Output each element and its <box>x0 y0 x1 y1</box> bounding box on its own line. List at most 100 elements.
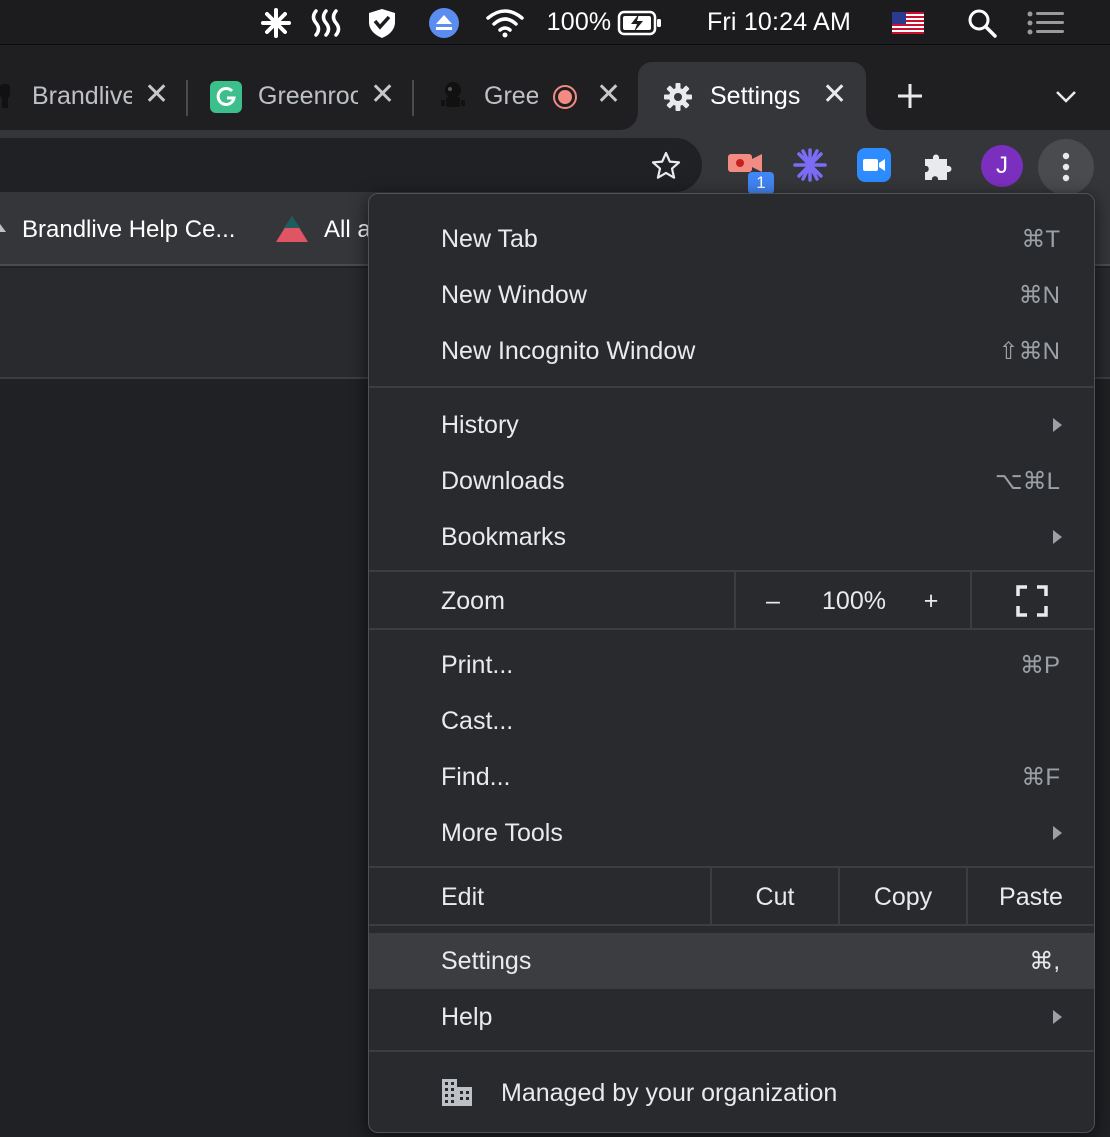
extension-badge: 1 <box>748 172 774 194</box>
paste-button[interactable]: Paste <box>968 883 1094 912</box>
us-flag-icon[interactable] <box>890 0 926 45</box>
menu-item-shortcut: ⌘N <box>1018 281 1060 309</box>
submenu-arrow-icon <box>1053 530 1062 544</box>
bookmark-all[interactable]: All a <box>324 216 371 244</box>
zoom-extension-icon[interactable] <box>857 148 891 187</box>
zoom-out-button[interactable]: – <box>753 587 793 616</box>
macos-menubar: 100% Fri 10:24 AM <box>0 0 1110 45</box>
submenu-arrow-icon <box>1053 418 1062 432</box>
pinwheel-icon[interactable] <box>258 0 294 45</box>
menu-item-label: New Incognito Window <box>441 336 696 365</box>
profile-avatar[interactable]: J <box>981 145 1023 187</box>
menu-item-label: Downloads <box>441 466 565 495</box>
menu-item-new-incognito-window[interactable]: New Incognito Window ⇧⌘N <box>369 323 1094 379</box>
tab-separator <box>186 80 188 116</box>
tab-close-icon[interactable]: ✕ <box>596 80 621 110</box>
new-tab-plus-icon[interactable] <box>894 80 926 117</box>
menu-item-label: Settings <box>441 946 532 975</box>
menu-separator <box>369 628 1094 630</box>
zoom-divider <box>970 572 972 630</box>
menu-item-shortcut: ⌥⌘L <box>994 467 1060 495</box>
spotlight-search-icon[interactable] <box>964 0 1000 45</box>
menu-item-label: Help <box>441 1002 493 1031</box>
more-vert-icon <box>1062 152 1070 182</box>
menu-item-shortcut: ⌘P <box>1019 651 1060 679</box>
menu-item-find[interactable]: Find... ⌘F <box>369 749 1094 805</box>
battery-charging-icon[interactable] <box>616 0 664 45</box>
menu-item-managed[interactable]: Managed by your organization <box>369 1065 1094 1121</box>
submenu-arrow-icon <box>1053 1010 1062 1024</box>
bookmark-brandlive-help[interactable]: Brandlive Help Ce... <box>22 216 235 244</box>
building-icon <box>441 1077 473 1112</box>
active-tab-corner-right <box>866 112 884 130</box>
tab-close-icon[interactable]: ✕ <box>822 80 847 110</box>
menu-row-zoom: Zoom <box>369 573 1094 629</box>
tab-title-greenroom[interactable]: Greenroom <box>258 82 358 112</box>
robot-icon <box>438 80 468 117</box>
tab-title-settings[interactable]: Settings <box>710 82 810 112</box>
shield-icon[interactable] <box>364 0 400 45</box>
zoom-divider <box>734 572 736 630</box>
heat-waves-icon[interactable] <box>306 0 346 45</box>
menu-item-label: Find... <box>441 762 511 791</box>
tab-close-icon[interactable]: ✕ <box>144 80 169 110</box>
zoom-level: 100% <box>822 587 886 615</box>
bookmark-favicon-icon <box>0 218 8 243</box>
menu-separator <box>369 570 1094 572</box>
recording-icon <box>552 84 578 115</box>
menu-item-settings[interactable]: Settings ⌘, <box>369 933 1094 989</box>
cut-button[interactable]: Cut <box>712 883 838 912</box>
control-center-icon[interactable] <box>1024 0 1068 45</box>
active-tab-corner-left <box>620 112 638 130</box>
submenu-arrow-icon <box>1053 826 1062 840</box>
menu-item-new-tab[interactable]: New Tab ⌘T <box>369 211 1094 267</box>
menu-item-help[interactable]: Help <box>369 989 1094 1045</box>
tab-title-brandlive[interactable]: Brandlive <box>32 82 132 112</box>
menu-item-label: Cast... <box>441 706 514 735</box>
menu-item-cast[interactable]: Cast... <box>369 693 1094 749</box>
omnibox[interactable] <box>0 138 702 192</box>
menu-item-label: More Tools <box>441 818 563 847</box>
bookmark-triangle-icon <box>274 214 310 249</box>
menu-item-shortcut: ⌘, <box>1029 947 1060 975</box>
extensions-puzzle-icon[interactable] <box>921 149 955 188</box>
zoom-label: Zoom <box>441 586 505 615</box>
tab-separator <box>412 80 414 116</box>
eject-icon[interactable] <box>426 0 462 45</box>
menu-item-label: New Window <box>441 280 587 309</box>
menu-item-more-tools[interactable]: More Tools <box>369 805 1094 861</box>
menu-separator <box>369 386 1094 388</box>
menu-item-history[interactable]: History <box>369 397 1094 453</box>
menu-item-label: New Tab <box>441 224 538 253</box>
menu-item-label: History <box>441 410 519 439</box>
menu-separator <box>369 1050 1094 1052</box>
managed-by-org-label: Managed by your organization <box>501 1078 838 1107</box>
menu-item-print[interactable]: Print... ⌘P <box>369 637 1094 693</box>
robot-icon <box>0 80 14 115</box>
menu-separator <box>369 924 1094 926</box>
greenroom-logo-icon <box>210 81 242 118</box>
zoom-in-button[interactable]: + <box>911 587 951 616</box>
battery-percent: 100% <box>546 8 612 36</box>
tab-close-icon[interactable]: ✕ <box>370 80 395 110</box>
more-vert-button[interactable] <box>1038 139 1094 195</box>
fullscreen-icon[interactable] <box>1016 585 1048 622</box>
gear-icon <box>662 81 694 118</box>
edit-label: Edit <box>441 882 485 911</box>
menu-item-shortcut: ⇧⌘N <box>998 337 1060 365</box>
tab-title-gree[interactable]: Gree <box>484 82 538 112</box>
wifi-icon[interactable] <box>484 0 526 45</box>
menu-item-shortcut: ⌘T <box>1021 225 1060 253</box>
menu-item-label: Bookmarks <box>441 522 567 551</box>
bookmark-star-icon[interactable] <box>650 150 682 187</box>
menu-item-label: Print... <box>441 650 514 679</box>
tab-search-chevron-down-icon[interactable] <box>1054 86 1078 111</box>
menubar-clock[interactable]: Fri 10:24 AM <box>694 0 864 45</box>
menu-item-downloads[interactable]: Downloads ⌥⌘L <box>369 453 1094 509</box>
chrome-app-menu: New Tab ⌘T New Window ⌘N New Incognito W… <box>368 193 1095 1133</box>
asterisk-extension-icon[interactable] <box>792 147 828 188</box>
menu-separator <box>369 866 1094 868</box>
menu-item-bookmarks[interactable]: Bookmarks <box>369 509 1094 565</box>
copy-button[interactable]: Copy <box>840 883 966 912</box>
menu-item-new-window[interactable]: New Window ⌘N <box>369 267 1094 323</box>
